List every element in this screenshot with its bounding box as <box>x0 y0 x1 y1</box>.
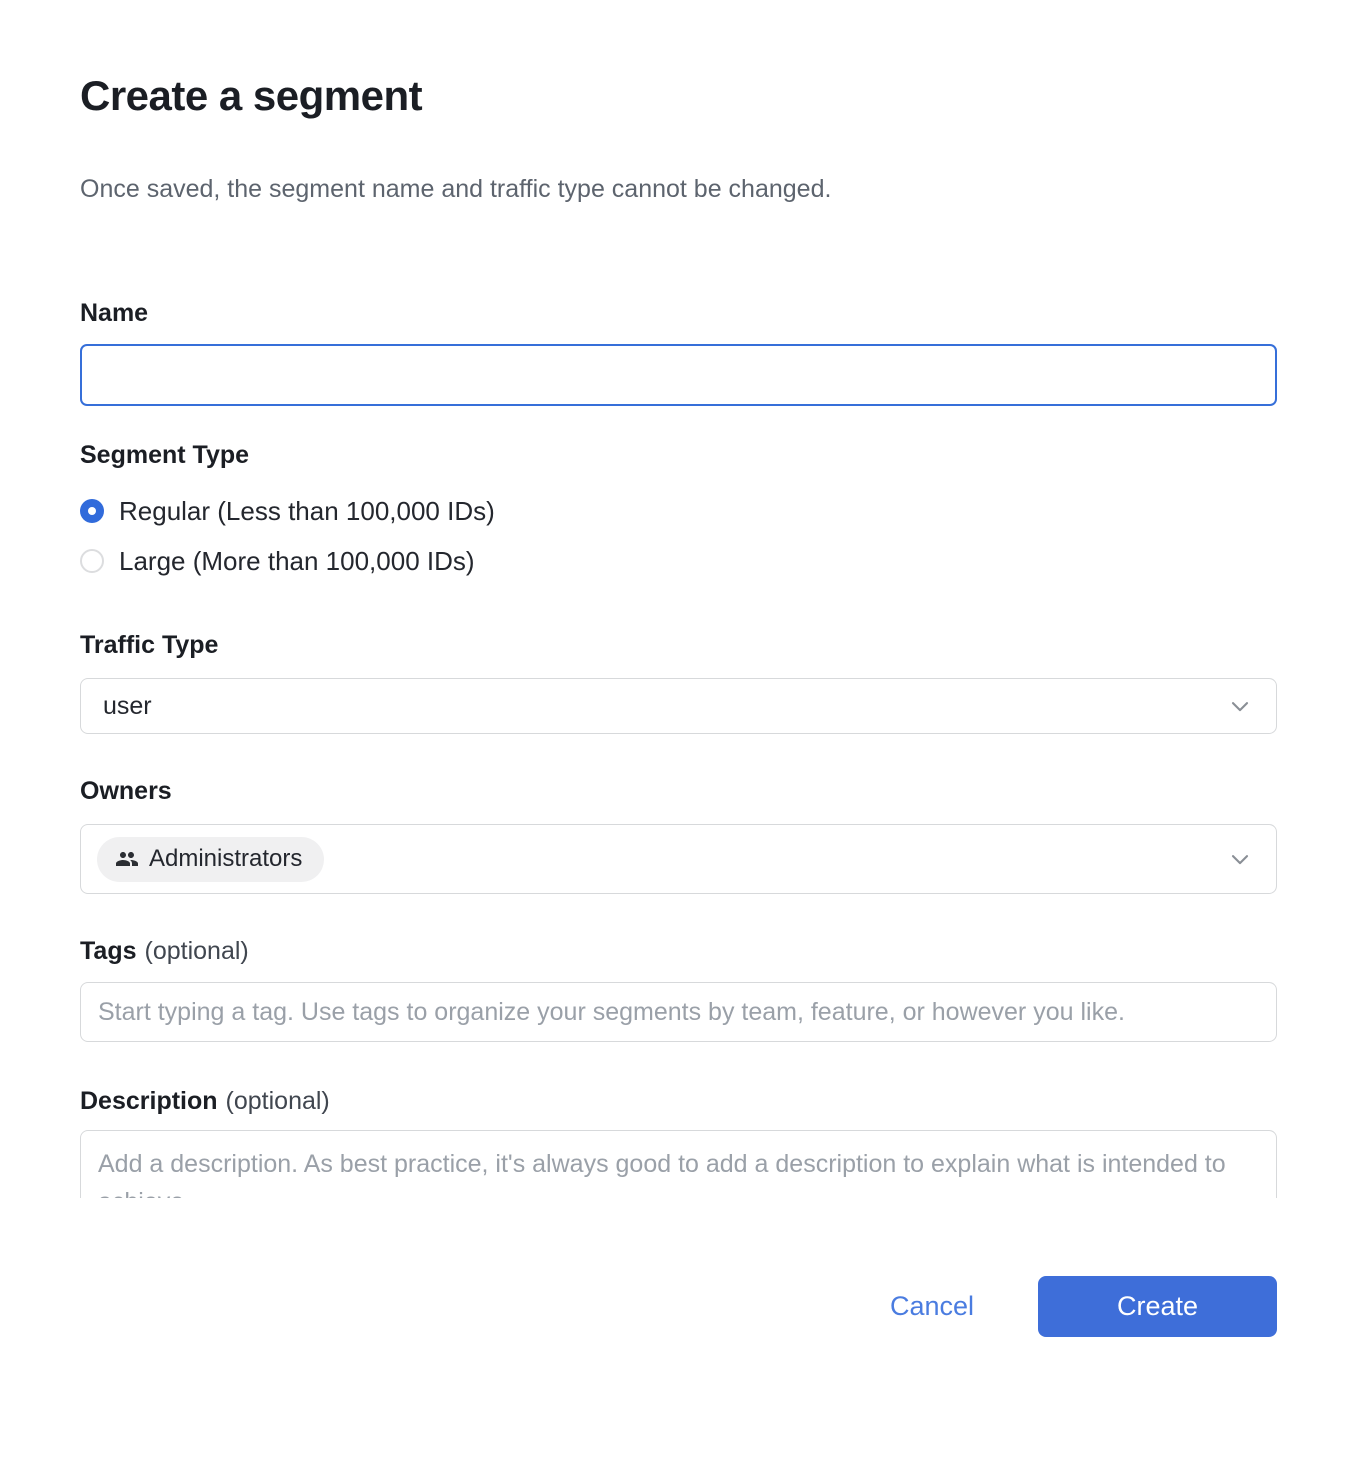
owners-label: Owners <box>80 776 1277 806</box>
radio-unselected-icon[interactable] <box>80 549 104 573</box>
cancel-button[interactable]: Cancel <box>870 1281 994 1332</box>
traffic-type-select[interactable]: user <box>80 678 1277 734</box>
description-input[interactable] <box>80 1130 1277 1198</box>
traffic-type-label: Traffic Type <box>80 630 1277 660</box>
people-icon <box>115 847 139 871</box>
owner-chip-administrators[interactable]: Administrators <box>97 837 324 882</box>
radio-option-regular[interactable]: Regular (Less than 100,000 IDs) <box>80 486 1277 536</box>
radio-option-regular-label: Regular (Less than 100,000 IDs) <box>119 496 495 527</box>
description-optional-text: (optional) <box>226 1087 330 1115</box>
segment-type-radio-group: Regular (Less than 100,000 IDs) Large (M… <box>80 486 1277 586</box>
radio-selected-icon[interactable] <box>80 499 104 523</box>
traffic-type-value: user <box>103 692 152 721</box>
tags-label: Tags (optional) <box>80 936 1277 966</box>
chevron-down-icon <box>1226 845 1254 873</box>
description-label: Description (optional) <box>80 1086 1277 1116</box>
chevron-down-icon <box>1226 692 1254 720</box>
dialog-footer: Cancel Create <box>80 1276 1277 1337</box>
segment-type-label: Segment Type <box>80 440 1277 470</box>
tags-label-text: Tags <box>80 937 137 965</box>
tags-input[interactable] <box>80 982 1277 1042</box>
create-segment-dialog: Create a segment Once saved, the segment… <box>80 70 1277 1337</box>
name-label: Name <box>80 298 1277 328</box>
owners-select[interactable]: Administrators <box>80 824 1277 894</box>
name-input[interactable] <box>80 344 1277 406</box>
owner-chip-label: Administrators <box>149 845 302 873</box>
radio-option-large[interactable]: Large (More than 100,000 IDs) <box>80 536 1277 586</box>
page-title: Create a segment <box>80 70 1277 122</box>
tags-optional-text: (optional) <box>145 937 249 965</box>
description-label-text: Description <box>80 1087 218 1115</box>
description-clip-region <box>80 1130 1277 1198</box>
dialog-subtitle: Once saved, the segment name and traffic… <box>80 174 1277 204</box>
create-button[interactable]: Create <box>1038 1276 1277 1337</box>
radio-option-large-label: Large (More than 100,000 IDs) <box>119 546 475 577</box>
